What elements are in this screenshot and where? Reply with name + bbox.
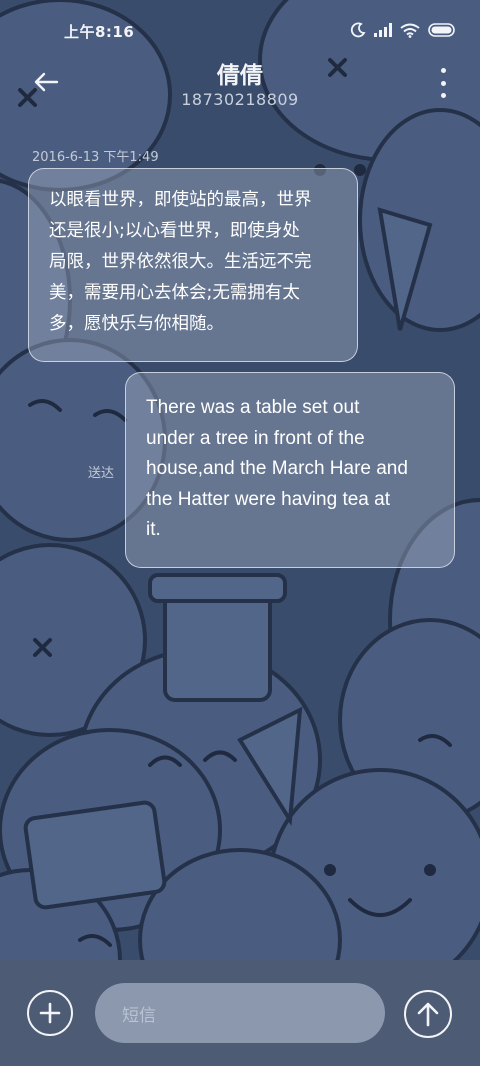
message-timestamp: 2016-6-13 下午1:49 (32, 150, 159, 165)
composer-bar: 短信 (0, 960, 480, 1066)
send-button[interactable] (404, 990, 452, 1038)
plus-icon (39, 1002, 61, 1024)
signal-icon (374, 23, 392, 37)
message-line: 还是很小;以心看世界，即使身处 (49, 221, 300, 241)
message-line: the Hatter were having tea at (146, 488, 390, 510)
moon-icon (350, 22, 366, 38)
message-line: There was a table set out (146, 397, 360, 418)
message-line: house,and the March Hare and (146, 458, 408, 479)
message-line: under a tree in front of the (146, 427, 365, 449)
message-line: 美，需要用心去体会;无需拥有太 (49, 283, 300, 303)
conversation-header: 倩倩 18730218809 (0, 50, 480, 120)
message-line: 局限，世界依然很大。生活远不完 (49, 252, 312, 272)
message-line: 多，愿快乐与你相随。 (49, 314, 224, 334)
message-input-placeholder: 短信 (122, 1005, 156, 1026)
outgoing-message-bubble[interactable]: There was a table set out under a tree i… (125, 372, 455, 568)
delivery-status: 送达 (88, 466, 115, 481)
status-time: 上午8:16 (64, 23, 135, 41)
more-vertical-icon[interactable] (434, 68, 452, 98)
incoming-message-bubble[interactable]: 以眼看世界，即使站的最高，世界 还是很小;以心看世界，即使身处 局限，世界依然很… (28, 168, 358, 362)
contact-name: 倩倩 (217, 63, 263, 89)
battery-icon (428, 23, 455, 37)
wifi-icon (400, 23, 420, 38)
message-input[interactable]: 短信 (95, 983, 385, 1043)
arrow-up-icon (417, 1002, 439, 1027)
message-line: it. (146, 519, 161, 540)
add-attachment-button[interactable] (27, 990, 73, 1036)
message-line: 以眼看世界，即使站的最高，世界 (49, 190, 312, 210)
contact-number: 18730218809 (181, 90, 299, 109)
status-icons (350, 22, 456, 38)
